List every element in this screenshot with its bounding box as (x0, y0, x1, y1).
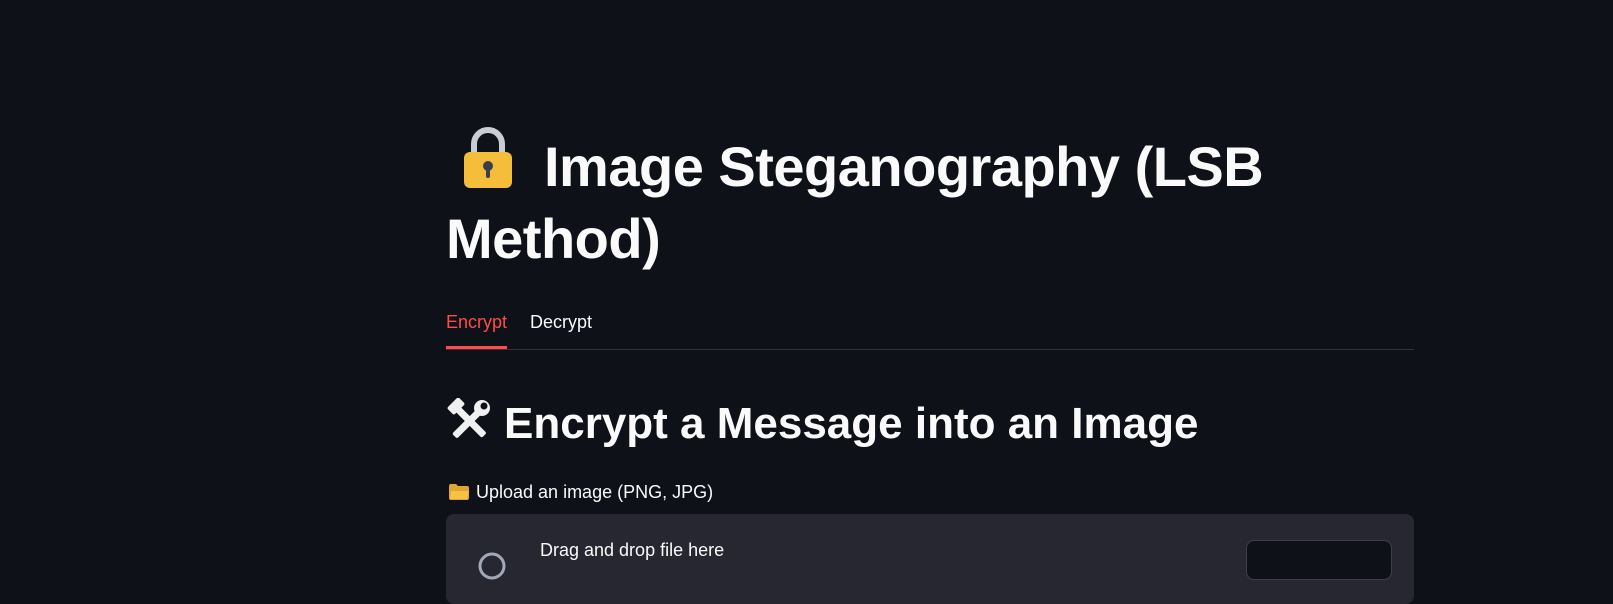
section-header: Encrypt a Message into an Image (446, 396, 1198, 452)
upload-label: Upload an image (PNG, JPG) (446, 480, 713, 504)
file-dropzone[interactable]: Drag and drop file here (446, 514, 1414, 604)
browse-files-button[interactable] (1246, 540, 1392, 580)
tab-encrypt[interactable]: Encrypt (446, 310, 507, 334)
upload-cloud-icon (478, 552, 506, 580)
page-title-text: Image Steganography (LSB Method) (446, 135, 1264, 270)
active-tab-indicator (446, 346, 507, 349)
hammer-wrench-icon (447, 398, 490, 438)
page-title: Image Steganography (LSB Method) (446, 126, 1414, 275)
tab-bar: Encrypt Decrypt (446, 302, 1414, 350)
folder-icon (449, 484, 469, 500)
lock-icon (464, 127, 512, 188)
tab-decrypt[interactable]: Decrypt (530, 310, 592, 334)
section-header-text: Encrypt a Message into an Image (504, 399, 1199, 448)
dropzone-text: Drag and drop file here (540, 540, 725, 560)
upload-label-text: Upload an image (PNG, JPG) (476, 482, 714, 502)
